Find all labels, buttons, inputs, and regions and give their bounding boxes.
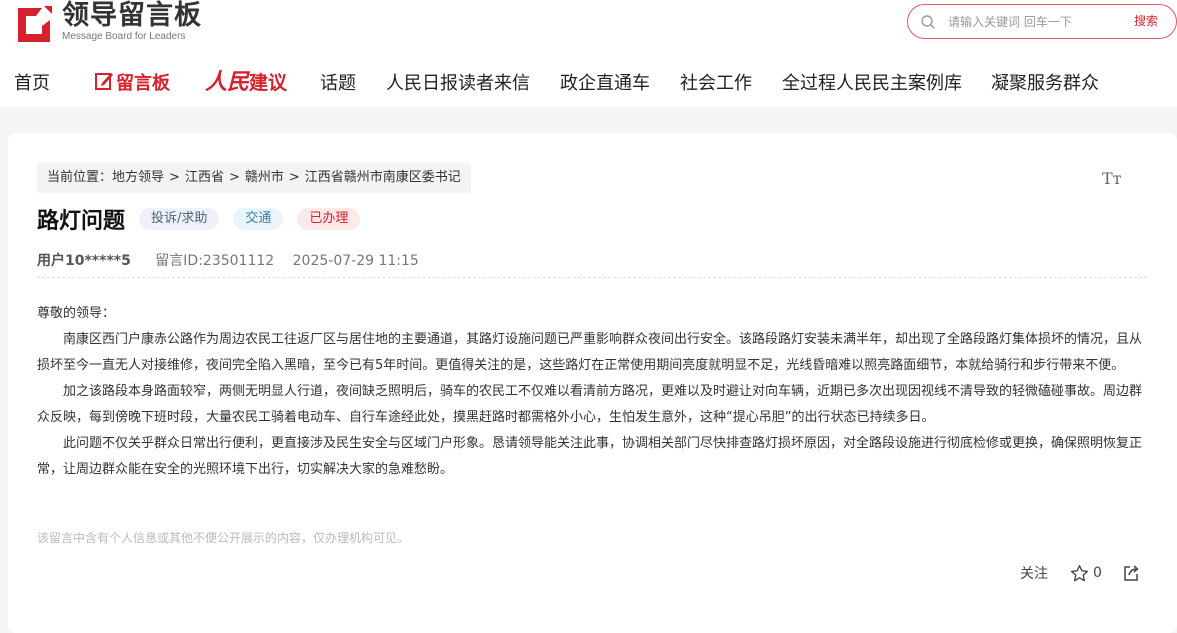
breadcrumb-separator: > xyxy=(288,170,300,185)
nav-item-enterprise[interactable]: 政企直通车 xyxy=(560,69,650,95)
nav-item-democracy-cases[interactable]: 全过程人民民主案例库 xyxy=(782,69,962,95)
nav-item-readers-letters[interactable]: 人民日报读者来信 xyxy=(386,69,530,95)
edit-icon xyxy=(95,73,113,90)
star-icon xyxy=(1070,564,1089,581)
message-title: 路灯问题 xyxy=(37,209,126,234)
like-button[interactable]: 0 xyxy=(1070,564,1102,583)
search-icon xyxy=(921,15,935,29)
logo-mark-icon xyxy=(18,6,52,42)
breadcrumb-separator: > xyxy=(169,170,180,185)
search-button[interactable]: 搜索 xyxy=(1134,12,1158,29)
brand-title: 领导留言板 xyxy=(62,0,202,31)
divider xyxy=(37,277,1147,278)
breadcrumb-item-local-leaders[interactable]: 地方领导 xyxy=(112,170,164,185)
message-paragraph: 此问题不仅关乎群众日常出行便利，更直接涉及民生安全与区域门户形象。恳请领导能关注… xyxy=(37,436,1143,477)
main-nav: 首页 留言板 人民建议 话题 人民日报读者来信 政企直通车 社会工作 全过程人民… xyxy=(0,64,1177,100)
share-icon xyxy=(1124,565,1139,581)
message-meta: 用户10*****5 留言ID:23501112 2025-07-29 11:1… xyxy=(37,250,419,270)
nav-item-topics[interactable]: 话题 xyxy=(320,69,356,95)
message-datetime: 2025-07-29 11:15 xyxy=(292,253,419,269)
rmjy-part1: 人民 xyxy=(205,69,250,95)
breadcrumb-item-province[interactable]: 江西省 xyxy=(185,170,224,185)
tag-type: 投诉/求助 xyxy=(139,208,220,230)
follow-button[interactable]: 关注 xyxy=(1020,563,1048,583)
nav-item-home[interactable]: 首页 xyxy=(14,69,50,95)
brand-subtitle: Message Board for Leaders xyxy=(62,31,186,42)
nav-item-people-suggestion[interactable]: 人民建议 xyxy=(205,64,287,96)
nav-item-social-work[interactable]: 社会工作 xyxy=(680,69,752,95)
breadcrumb-separator: > xyxy=(228,170,240,185)
share-button[interactable] xyxy=(1122,564,1140,582)
message-actions: 关注 0 xyxy=(1020,561,1140,585)
font-size-toggle-icon[interactable]: Tт xyxy=(1102,169,1122,188)
tag-field: 交通 xyxy=(233,208,284,230)
search-box: 搜索 xyxy=(907,4,1177,39)
message-id: 留言ID:23501112 xyxy=(155,253,275,269)
message-greeting: 尊敬的领导： xyxy=(37,306,116,321)
message-paragraph: 加之该路段本身路面较窄，两侧无明显人行道，夜间缺乏照明后，骑车的农民工不仅难以看… xyxy=(37,384,1143,425)
message-card: 当前位置：地方领导 > 江西省 > 赣州市 > 江西省赣州市南康区委书记 Tт 路灯问题 投… xyxy=(8,133,1177,633)
nav-item-message-board-label: 留言板 xyxy=(116,73,170,94)
privacy-notice: 该留言中含有个人信息或其他不便公开展示的内容，仅办理机构可见。 xyxy=(37,531,410,545)
message-content: 尊敬的领导： 南康区西门户康赤公路作为周边农民工往返厂区与居住地的主要通道，其路… xyxy=(37,301,1147,483)
breadcrumb-prefix: 当前位置： xyxy=(47,170,113,185)
rmjy-part2: 建议 xyxy=(249,72,288,94)
site-logo[interactable]: 领导留言板 Message Board for Leaders xyxy=(14,0,202,44)
search-input[interactable] xyxy=(948,12,1118,32)
nav-item-message-board[interactable]: 留言板 xyxy=(94,69,170,95)
status-badge: 已办理 xyxy=(297,208,361,230)
breadcrumb: 当前位置：地方领导 > 江西省 > 赣州市 > 江西省赣州市南康区委书记 xyxy=(37,163,471,193)
title-row: 路灯问题 投诉/求助 交通 已办理 xyxy=(37,205,374,234)
site-header: 领导留言板 Message Board for Leaders 搜索 首页 留言… xyxy=(0,0,1177,107)
nav-item-serve-masses[interactable]: 凝聚服务群众 xyxy=(991,69,1099,95)
message-paragraph: 南康区西门户康赤公路作为周边农民工往返厂区与居住地的主要通道，其路灯设施问题已严… xyxy=(37,332,1143,373)
message-user: 用户10*****5 xyxy=(37,253,131,269)
breadcrumb-item-city[interactable]: 赣州市 xyxy=(245,170,284,185)
breadcrumb-item-leader[interactable]: 江西省赣州市南康区委书记 xyxy=(305,170,461,185)
like-count: 0 xyxy=(1093,565,1102,581)
